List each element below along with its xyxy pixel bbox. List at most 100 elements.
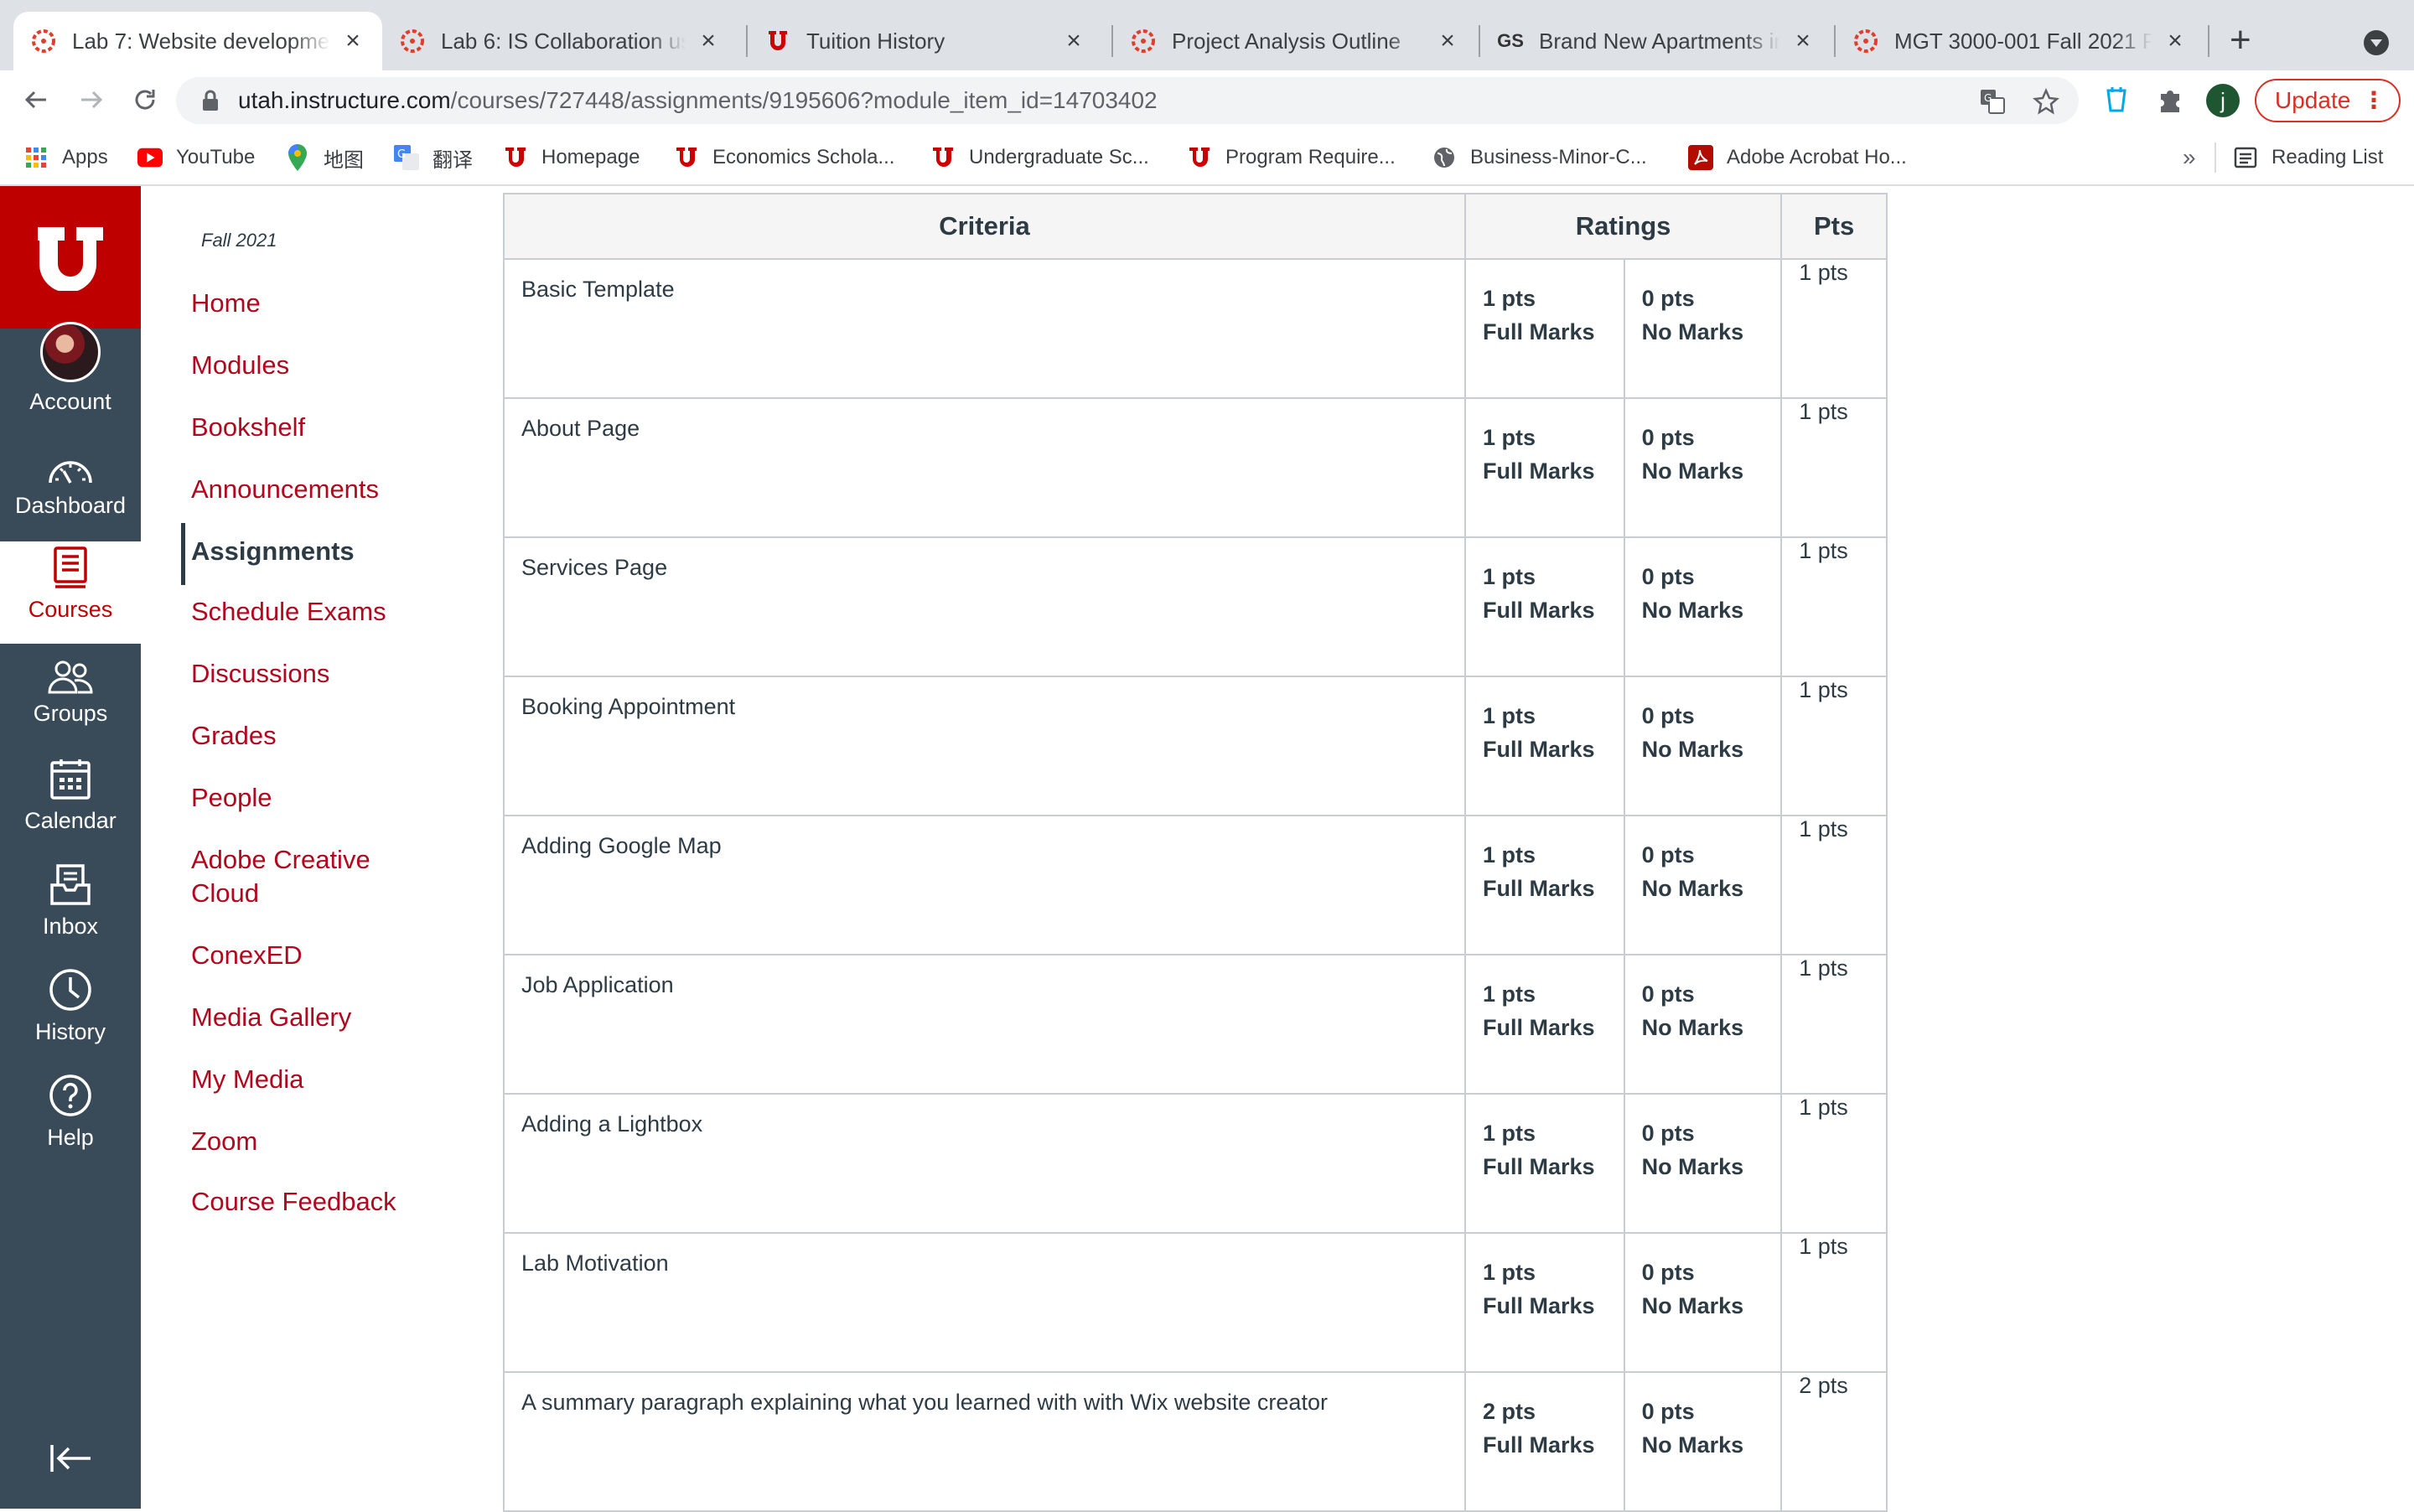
global-nav-courses[interactable]: Courses: [0, 541, 141, 644]
global-nav-help[interactable]: Help: [0, 1069, 141, 1172]
rating-full-marks: 1 pts Full Marks: [1463, 258, 1625, 399]
bookmark-program[interactable]: Program Require...: [1187, 141, 1396, 174]
global-nav-inbox[interactable]: Inbox: [0, 858, 141, 961]
close-icon[interactable]: ×: [1790, 28, 1816, 54]
criterion-description: Basic Template: [521, 277, 675, 302]
reload-icon: [135, 90, 155, 110]
points-cell: 1 pts: [1780, 954, 1888, 1095]
criterion-cell: Adding Google Map: [503, 815, 1466, 955]
reading-list-button[interactable]: Reading List: [2233, 141, 2383, 174]
course-nav-bookshelf[interactable]: Bookshelf: [191, 411, 305, 444]
course-nav-schedule-exams[interactable]: Schedule Exams: [191, 595, 386, 629]
rating-no-marks: 0 pts No Marks: [1623, 258, 1783, 399]
rating-points: 0 pts: [1641, 703, 1695, 728]
browser-tab-project[interactable]: Project Analysis Outline ×: [1113, 12, 1477, 70]
bookmark-undergraduate[interactable]: Undergraduate Sc...: [930, 141, 1149, 174]
browser-tab-lab6[interactable]: Lab 6: IS Collaboration usin ×: [382, 12, 738, 70]
course-nav-zoom[interactable]: Zoom: [191, 1125, 257, 1158]
bookmark-economics[interactable]: Economics Schola...: [674, 141, 894, 174]
course-nav-course-feedback[interactable]: Course Feedback: [191, 1185, 396, 1219]
update-label: Update: [2275, 87, 2351, 113]
rating-points: 0 pts: [1641, 842, 1695, 867]
rating-points: 1 pts: [1482, 1260, 1536, 1285]
global-nav-dashboard[interactable]: Dashboard: [0, 438, 141, 540]
courses-icon: [0, 541, 141, 597]
bookmark-business-minor[interactable]: Business-Minor-C...: [1432, 141, 1647, 174]
close-icon[interactable]: ×: [696, 28, 721, 54]
translate-icon[interactable]: G: [1978, 87, 2007, 116]
course-nav-grades[interactable]: Grades: [191, 719, 277, 753]
browser-tab-lab7[interactable]: Lab 7: Website developmen ×: [13, 12, 382, 70]
bookmark-acrobat[interactable]: Adobe Acrobat Ho...: [1688, 141, 1907, 174]
bookmark-label: Apps: [62, 146, 108, 168]
star-icon[interactable]: [2032, 87, 2060, 116]
profile-avatar[interactable]: j: [2206, 84, 2240, 117]
collapse-nav-icon[interactable]: [49, 1442, 92, 1479]
extensions-puzzle-icon[interactable]: [2154, 84, 2186, 116]
close-icon[interactable]: ×: [1435, 28, 1460, 54]
utah-u-icon: [764, 28, 791, 54]
rating-label: Full Marks: [1482, 876, 1595, 901]
bookmark-label: Business-Minor-C...: [1470, 146, 1647, 168]
tab-title: Lab 7: Website developmen: [72, 28, 330, 54]
bookmark-homepage[interactable]: Homepage: [503, 141, 640, 174]
extension-cup-icon[interactable]: [2101, 84, 2132, 116]
rating-points: 1 pts: [1482, 703, 1536, 728]
table-row: About Page 1 pts Full Marks 0 pts No Marks 1 …: [503, 397, 1888, 538]
bookmark-youtube[interactable]: YouTube: [137, 141, 255, 174]
forward-button[interactable]: [74, 82, 109, 117]
global-nav-calendar[interactable]: Calendar: [0, 753, 141, 855]
table-row: A summary paragraph explaining what you …: [503, 1371, 1888, 1512]
course-nav-conexed[interactable]: ConexED: [191, 939, 303, 972]
course-nav-discussions[interactable]: Discussions: [191, 657, 329, 691]
course-nav-people[interactable]: People: [191, 781, 272, 815]
global-nav-history[interactable]: History: [0, 964, 141, 1066]
more-bookmarks-button[interactable]: »: [2183, 144, 2196, 171]
rating-points: 0 pts: [1641, 286, 1695, 311]
rating-label: No Marks: [1641, 876, 1744, 901]
course-nav-announcements[interactable]: Announcements: [191, 473, 379, 506]
tab-search-icon[interactable]: [2364, 30, 2389, 55]
browser-tab-bar: Lab 7: Website developmen × Lab 6: IS Co…: [0, 0, 2414, 70]
course-nav-adobe-creative-cloud[interactable]: Adobe Creative Cloud: [191, 843, 409, 910]
bookmark-label: 翻译: [433, 148, 473, 172]
course-nav-home[interactable]: Home: [191, 287, 261, 320]
global-nav-account[interactable]: Account: [0, 322, 141, 436]
close-icon[interactable]: ×: [340, 28, 365, 54]
bookmark-translate[interactable]: G 翻译: [394, 141, 473, 174]
bookmark-maps[interactable]: 地图: [285, 141, 364, 174]
rating-label: No Marks: [1641, 1432, 1744, 1458]
back-button[interactable]: [18, 82, 54, 117]
table-row: Job Application 1 pts Full Marks 0 pts No Ma…: [503, 954, 1888, 1095]
rating-points: 0 pts: [1641, 564, 1695, 589]
course-nav-media-gallery[interactable]: Media Gallery: [191, 1001, 351, 1034]
gs-icon: GS: [1497, 30, 1524, 51]
reload-button[interactable]: [127, 82, 163, 117]
apps-grid-icon: [23, 145, 49, 170]
course-nav-modules[interactable]: Modules: [191, 349, 289, 382]
browser-tab-mgt[interactable]: MGT 3000-001 Fall 2021 P ×: [1836, 12, 2204, 70]
criterion-description: About Page: [521, 416, 640, 441]
course-term: Fall 2021: [201, 230, 277, 251]
criterion-cell: Lab Motivation: [503, 1232, 1466, 1373]
dashboard-icon: [0, 438, 141, 493]
bookmark-apps[interactable]: Apps: [23, 141, 108, 174]
rating-label: No Marks: [1641, 319, 1744, 344]
rating-full-marks: 1 pts Full Marks: [1463, 1093, 1625, 1234]
rating-full-marks: 1 pts Full Marks: [1463, 1232, 1625, 1373]
close-icon[interactable]: ×: [1061, 28, 1086, 54]
rating-points: 1 pts: [1482, 564, 1536, 589]
address-bar[interactable]: utah.instructure.com/courses/727448/assi…: [176, 77, 2079, 124]
new-tab-button[interactable]: +: [2230, 22, 2251, 59]
lock-icon[interactable]: [201, 89, 220, 117]
course-nav-my-media[interactable]: My Media: [191, 1063, 303, 1096]
global-nav-groups[interactable]: Groups: [0, 645, 141, 748]
close-icon[interactable]: ×: [2163, 28, 2188, 54]
university-logo[interactable]: [0, 186, 141, 329]
browser-tab-tuition[interactable]: Tuition History ×: [748, 12, 1103, 70]
arrow-right-icon: [81, 91, 103, 109]
bookmark-label: Program Require...: [1225, 146, 1396, 168]
browser-tab-apartments[interactable]: GS Brand New Apartments in S ×: [1480, 12, 1832, 70]
update-button[interactable]: Update ⋮: [2255, 79, 2401, 122]
course-nav-assignments[interactable]: Assignments: [191, 535, 355, 568]
